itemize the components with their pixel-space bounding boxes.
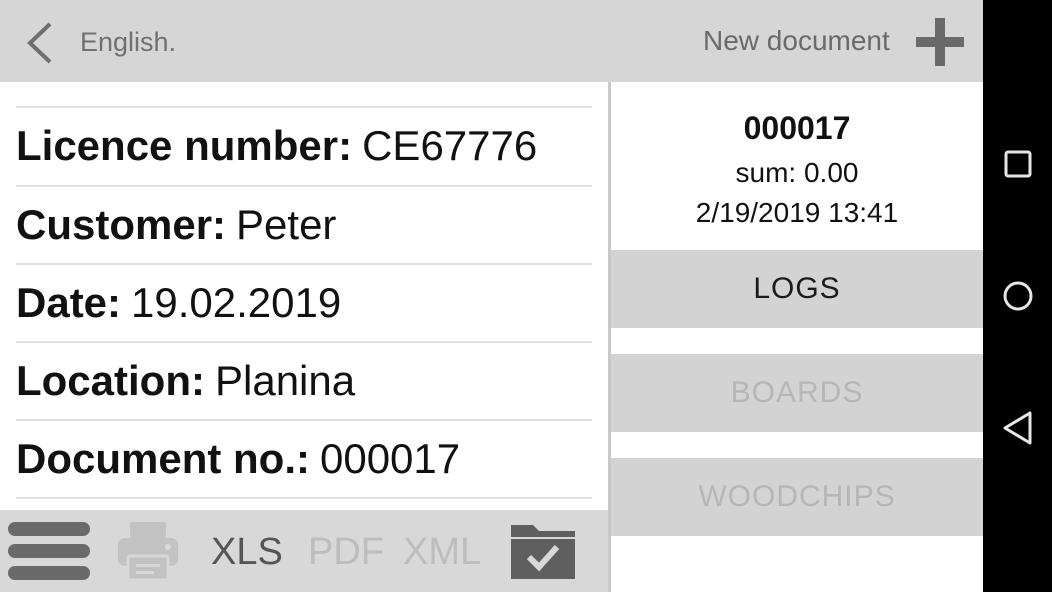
export-pdf-button[interactable]: PDF — [308, 531, 384, 574]
field-divider — [16, 497, 592, 499]
field-location[interactable]: Location: Planina — [16, 341, 592, 419]
field-licence-number[interactable]: Licence number: CE67776 — [16, 106, 592, 184]
recent-apps-icon[interactable] — [1004, 150, 1032, 178]
field-label: Date: — [16, 279, 122, 326]
new-document-button[interactable]: New document — [703, 25, 890, 57]
system-back-icon[interactable] — [1002, 410, 1034, 446]
hamburger-menu-icon[interactable] — [8, 521, 90, 581]
field-customer[interactable]: Customer: Peter — [16, 185, 592, 263]
field-value: CE67776 — [362, 122, 538, 169]
export-xls-button[interactable]: XLS — [211, 531, 283, 574]
woodchips-button[interactable]: WOODCHIPS — [611, 458, 983, 536]
field-label: Licence number: — [16, 122, 353, 169]
printer-icon[interactable] — [116, 520, 180, 582]
field-date[interactable]: Date: 19.02.2019 — [16, 263, 592, 341]
folder-check-icon[interactable] — [509, 519, 577, 581]
boards-button[interactable]: BOARDS — [611, 354, 983, 432]
home-icon[interactable] — [1002, 280, 1034, 312]
plus-icon[interactable] — [916, 16, 964, 68]
chevron-left-icon[interactable] — [22, 20, 56, 66]
summary-document-number: 000017 — [743, 110, 851, 146]
export-xml-button[interactable]: XML — [403, 531, 481, 574]
logs-button[interactable]: LOGS — [611, 250, 983, 328]
field-document-no[interactable]: Document no.: 000017 — [16, 419, 592, 497]
field-label: Customer: — [16, 201, 227, 248]
field-value: 000017 — [319, 435, 461, 482]
field-value: Peter — [236, 201, 337, 248]
field-value: Planina — [214, 357, 356, 404]
summary-timestamp: 2/19/2019 13:41 — [695, 197, 899, 228]
summary-sum: sum: 0.00 — [735, 157, 859, 188]
field-value: 19.02.2019 — [131, 279, 342, 326]
field-label: Document no.: — [16, 435, 310, 482]
language-label[interactable]: English. — [80, 27, 176, 58]
field-label: Location: — [16, 357, 205, 404]
